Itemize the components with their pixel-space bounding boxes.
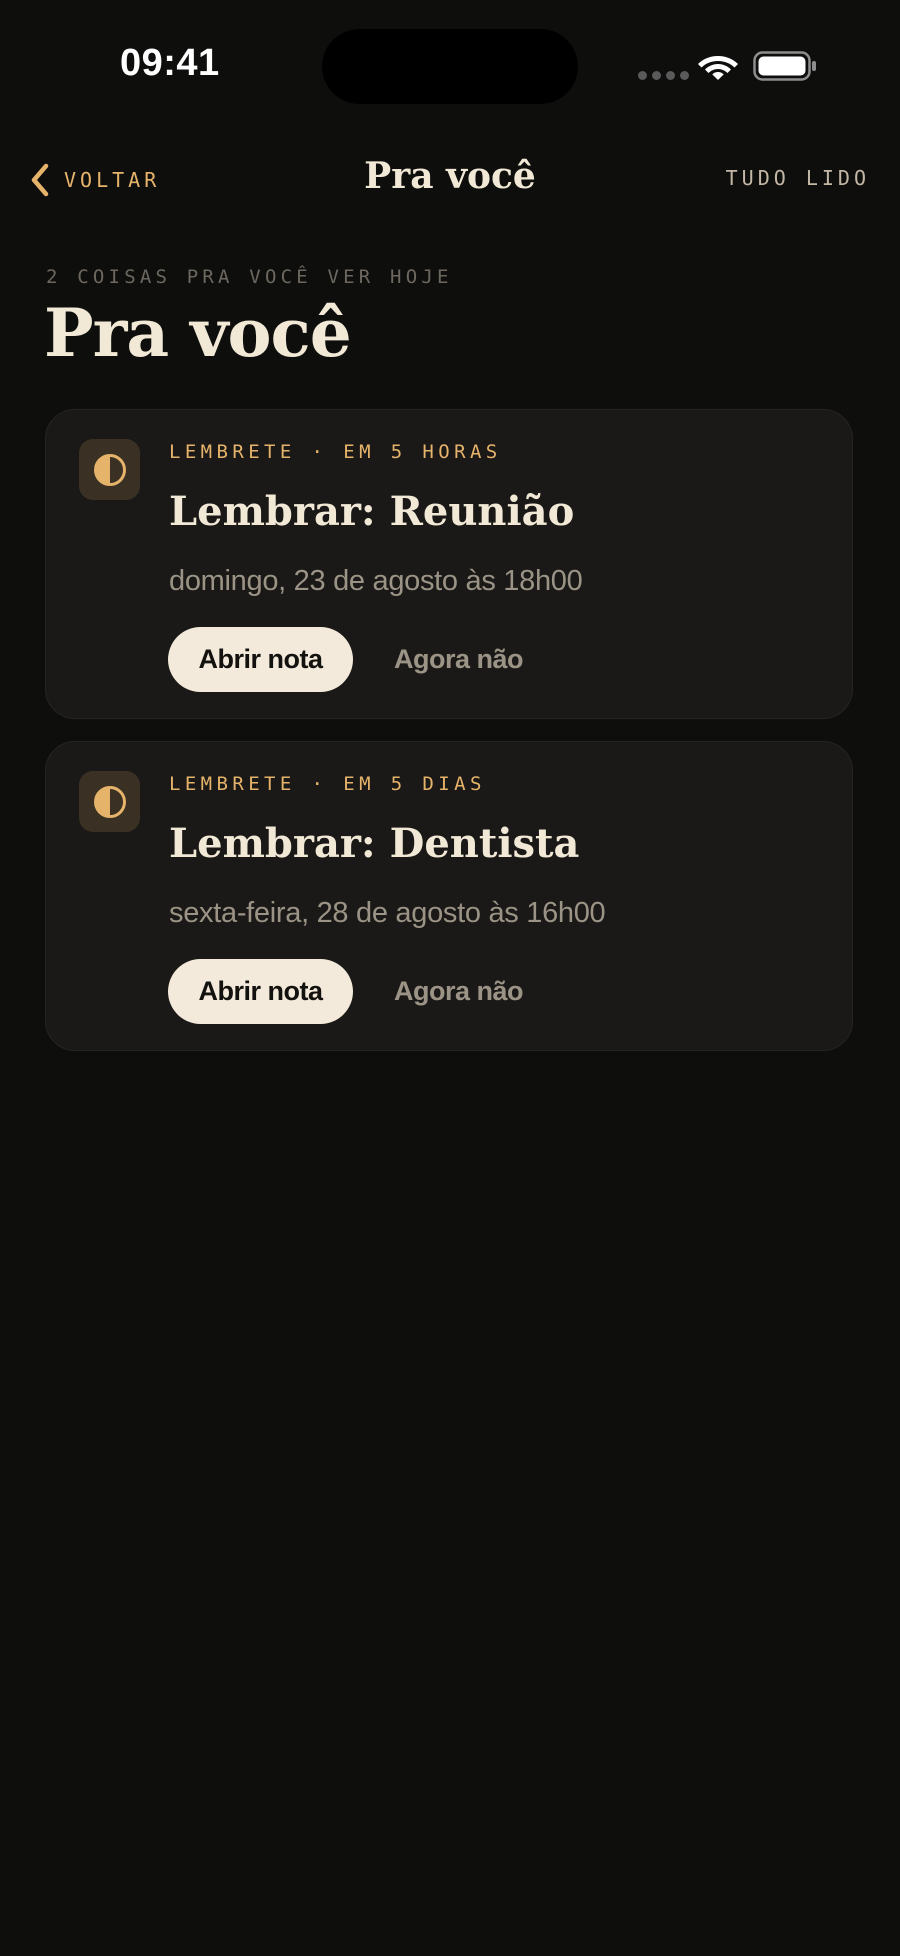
card-date: domingo, 23 de agosto às 18h00	[169, 565, 583, 597]
page-title: Pra você	[44, 294, 352, 372]
open-note-button[interactable]: Abrir nota	[168, 959, 353, 1024]
open-note-button[interactable]: Abrir nota	[168, 627, 353, 692]
reminder-card: LEMBRETE · EM 5 DIAS Lembrar: Dentista s…	[45, 741, 853, 1051]
card-kicker: LEMBRETE · EM 5 HORAS	[169, 441, 502, 463]
reminder-icon-tile	[79, 771, 140, 832]
not-now-button[interactable]: Agora não	[394, 959, 524, 1024]
chevron-left-icon	[31, 163, 49, 197]
battery-icon	[753, 51, 816, 81]
half-moon-icon	[93, 453, 126, 486]
card-kicker: LEMBRETE · EM 5 DIAS	[169, 773, 486, 795]
cellular-signal-icon	[638, 71, 689, 80]
status-time: 09:41	[120, 42, 220, 84]
card-title: Lembrar: Reunião	[169, 488, 575, 535]
back-button-label: VOLTAR	[64, 168, 161, 192]
back-button[interactable]: VOLTAR	[30, 160, 160, 200]
mark-all-read-button[interactable]: TUDO LIDO	[726, 166, 870, 190]
home-indicator-area	[0, 1900, 900, 1956]
wifi-icon	[698, 56, 738, 80]
card-date: sexta-feira, 28 de agosto às 16h00	[169, 897, 606, 929]
reminder-icon-tile	[79, 439, 140, 500]
dynamic-island	[322, 29, 578, 104]
card-title: Lembrar: Dentista	[169, 820, 580, 867]
not-now-button[interactable]: Agora não	[394, 627, 524, 692]
half-moon-icon	[93, 785, 126, 818]
status-bar: 09:41	[0, 0, 900, 120]
reminder-card: LEMBRETE · EM 5 HORAS Lembrar: Reunião d…	[45, 409, 853, 719]
page-subtitle: 2 COISAS PRA VOCÊ VER HOJE	[46, 266, 453, 288]
